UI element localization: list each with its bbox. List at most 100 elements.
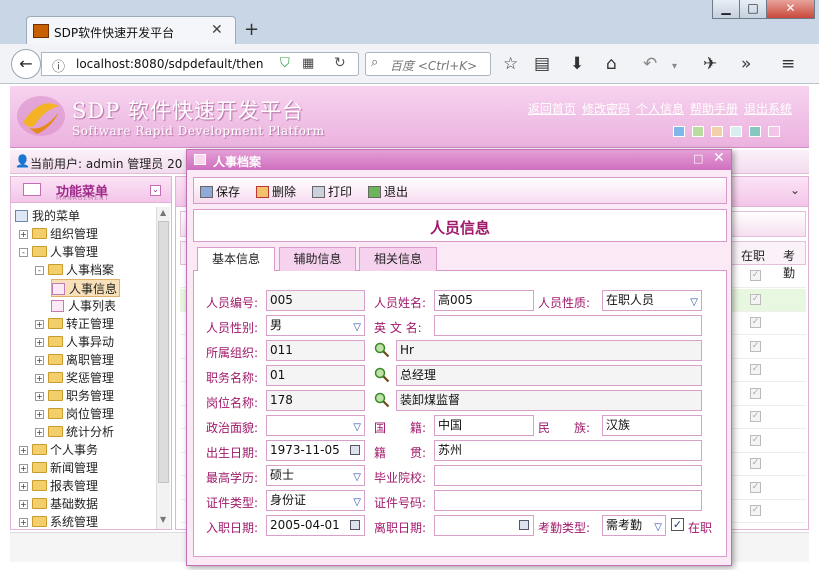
browser-tab[interactable]: SDP软件快速开发平台 ✕ xyxy=(26,16,236,46)
theme-swatch[interactable] xyxy=(711,126,723,137)
menu-item[interactable]: + 基础数据 xyxy=(19,495,98,513)
title-name-field[interactable]: 总经理 xyxy=(396,365,702,386)
menu-item[interactable]: 人事列表 xyxy=(51,297,116,315)
expand-icon[interactable]: + xyxy=(19,518,28,527)
expand-icon[interactable]: + xyxy=(35,320,44,329)
undo-menu-icon[interactable]: ▾ xyxy=(672,57,677,77)
window-close-icon[interactable]: ✕ xyxy=(766,0,815,19)
dropdown-icon[interactable]: ▽ xyxy=(353,318,361,335)
expand-icon[interactable]: + xyxy=(19,446,28,455)
expand-icon[interactable]: + xyxy=(19,464,28,473)
expand-icon[interactable]: + xyxy=(19,230,28,239)
shield-icon[interactable]: ⛉ xyxy=(280,56,290,71)
menu-item[interactable]: + 奖惩管理 xyxy=(35,369,114,387)
row-checkbox[interactable]: ✓ xyxy=(750,411,761,422)
row-checkbox[interactable]: ✓ xyxy=(750,505,761,516)
link-change-password[interactable]: 修改密码 xyxy=(582,102,630,116)
link-logout[interactable]: 退出系统 xyxy=(744,102,792,116)
row-checkbox[interactable]: ✓ xyxy=(750,387,761,399)
id-no-field[interactable] xyxy=(434,490,702,511)
en-name-field[interactable] xyxy=(434,315,702,336)
close-icon[interactable]: ✕ xyxy=(713,150,725,166)
theme-swatch[interactable] xyxy=(749,126,761,137)
overflow-icon[interactable]: » xyxy=(741,54,751,74)
extension-icon[interactable]: ✈ xyxy=(703,54,717,74)
attendance-select[interactable]: 需考勤 ▽ xyxy=(602,515,666,536)
scroll-up-icon[interactable]: ▲ xyxy=(160,208,166,217)
url-bar[interactable]: ⓘ localhost:8080/sdpdefault/then ⛉ ▦ ↻ xyxy=(41,52,359,76)
row-checkbox[interactable]: ✓ xyxy=(750,458,761,469)
lookup-icon[interactable] xyxy=(374,342,390,358)
title-code-field[interactable]: 01 xyxy=(266,365,365,386)
row-checkbox[interactable]: ✓ xyxy=(750,364,761,375)
native-field[interactable]: 苏州 xyxy=(434,440,702,461)
leave-date-field[interactable] xyxy=(434,515,534,536)
lookup-icon[interactable] xyxy=(374,367,390,383)
menu-item[interactable]: + 系统管理 xyxy=(19,513,98,529)
collapse-icon[interactable]: - xyxy=(35,266,44,275)
back-icon[interactable]: ← xyxy=(11,49,41,79)
menu-item[interactable]: - 人事管理 xyxy=(19,243,98,261)
home-icon[interactable]: ⌂ xyxy=(606,54,617,74)
school-field[interactable] xyxy=(434,465,702,486)
menu-item[interactable]: + 职务管理 xyxy=(35,387,114,405)
info-icon[interactable]: ⓘ xyxy=(52,56,65,75)
dropdown-icon[interactable]: ▽ xyxy=(353,493,361,510)
emp-no-field[interactable]: 005 xyxy=(266,290,365,311)
tab-close-icon[interactable]: ✕ xyxy=(211,22,223,38)
theme-swatch[interactable] xyxy=(768,126,780,137)
exit-button[interactable]: 退出 xyxy=(368,183,408,200)
expand-icon[interactable]: + xyxy=(19,500,28,509)
dialog-titlebar[interactable]: 人事档案 □ ✕ xyxy=(187,150,731,170)
menu-item[interactable]: + 岗位管理 xyxy=(35,405,114,423)
maximize-icon[interactable]: □ xyxy=(739,0,767,19)
expand-icon[interactable]: + xyxy=(35,428,44,437)
row-checkbox[interactable]: ✓ xyxy=(750,293,761,305)
post-code-field[interactable]: 178 xyxy=(266,390,365,411)
expand-icon[interactable]: + xyxy=(35,356,44,365)
scroll-down-icon[interactable]: ▼ xyxy=(160,515,166,524)
menu-item[interactable]: + 统计分析 xyxy=(35,423,114,441)
expand-icon[interactable]: + xyxy=(35,410,44,419)
minimize-icon[interactable]: ▁ xyxy=(712,0,740,19)
row-checkbox[interactable]: ✓ xyxy=(750,434,761,446)
politics-select[interactable]: ▽ xyxy=(266,415,365,436)
expand-icon[interactable]: + xyxy=(35,338,44,347)
org-name-field[interactable]: Hr xyxy=(396,340,702,361)
undo-icon[interactable]: ↶ xyxy=(643,54,657,74)
nationality-field[interactable]: 中国 xyxy=(434,415,534,436)
lookup-icon[interactable] xyxy=(374,392,390,408)
education-select[interactable]: 硕士 ▽ xyxy=(266,465,365,486)
bookmark-star-icon[interactable]: ☆ xyxy=(503,54,518,74)
id-type-select[interactable]: 身份证 ▽ xyxy=(266,490,365,511)
collapse-icon[interactable]: - xyxy=(19,248,28,257)
org-code-field[interactable]: 011 xyxy=(266,340,365,361)
row-checkbox[interactable]: ✓ xyxy=(750,270,761,281)
print-button[interactable]: 打印 xyxy=(312,183,352,200)
theme-swatch[interactable] xyxy=(692,126,704,137)
menu-item[interactable]: + 个人事务 xyxy=(19,441,98,459)
reading-list-icon[interactable]: ▤ xyxy=(534,54,550,74)
tab-aux-info[interactable]: 辅助信息 xyxy=(279,247,356,271)
theme-swatch[interactable] xyxy=(673,126,685,137)
join-date-field[interactable]: 2005-04-01 xyxy=(266,515,365,536)
chevron-down-icon[interactable]: ⌄ xyxy=(790,183,800,197)
link-help[interactable]: 帮助手册 xyxy=(690,102,738,116)
menu-item[interactable]: - 人事档案 xyxy=(35,261,114,279)
tab-related-info[interactable]: 相关信息 xyxy=(359,247,437,271)
row-checkbox[interactable]: ✓ xyxy=(750,481,761,493)
download-icon[interactable]: ⬇ xyxy=(570,54,584,74)
menu-item[interactable]: 我的菜单 xyxy=(15,207,80,225)
theme-swatch[interactable] xyxy=(730,126,742,137)
delete-button[interactable]: 删除 xyxy=(256,183,296,200)
expand-icon[interactable]: + xyxy=(35,392,44,401)
menu-item[interactable]: + 离职管理 xyxy=(35,351,114,369)
dropdown-icon[interactable]: ▽ xyxy=(690,293,698,310)
menu-scrollbar[interactable]: ▲ ▼ xyxy=(156,207,170,529)
dropdown-icon[interactable]: ▽ xyxy=(353,418,361,435)
search-input[interactable]: ⌕ 百度 <Ctrl+K> xyxy=(365,52,491,76)
row-checkbox[interactable]: ✓ xyxy=(750,317,761,328)
link-home[interactable]: 返回首页 xyxy=(528,102,576,116)
menu-item[interactable]: + 新闻管理 xyxy=(19,459,98,477)
nature-select[interactable]: 在职人员 ▽ xyxy=(602,290,702,311)
